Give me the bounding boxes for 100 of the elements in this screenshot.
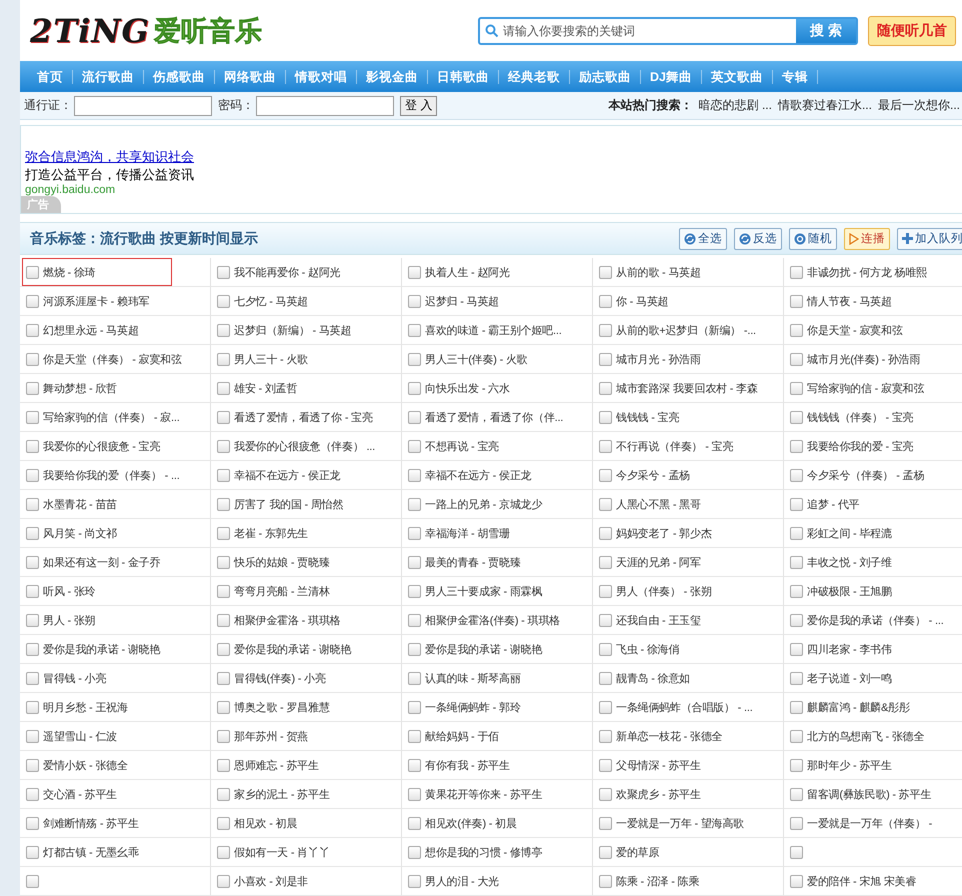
checkbox[interactable] <box>217 730 230 742</box>
checkbox[interactable] <box>408 846 421 858</box>
password-field[interactable] <box>256 96 394 116</box>
checkbox[interactable] <box>26 468 39 482</box>
song-link[interactable]: 喜欢的味道 - 霸王别个姬吧... <box>425 322 562 338</box>
song-link[interactable]: 爱你是我的承诺 - 谢晓艳 <box>425 642 542 656</box>
checkbox[interactable] <box>599 410 612 424</box>
checkbox[interactable] <box>26 498 39 510</box>
checkbox[interactable] <box>408 584 421 598</box>
checkbox[interactable] <box>217 614 230 626</box>
checkbox[interactable] <box>790 700 803 714</box>
song-link[interactable]: 从前的歌+迟梦归（新编） -... <box>616 322 756 338</box>
checkbox[interactable] <box>217 846 230 858</box>
song-link[interactable]: 水墨青花 - 苗苗 <box>43 496 117 512</box>
song-link[interactable]: 父母情深 - 苏平生 <box>616 758 701 772</box>
song-link[interactable]: 爱你是我的承诺 - 谢晓艳 <box>43 642 160 656</box>
checkbox[interactable] <box>790 468 803 482</box>
song-link[interactable]: 快乐的姑娘 - 贾晓臻 <box>234 554 330 570</box>
checkbox[interactable] <box>408 266 421 278</box>
checkbox[interactable] <box>26 730 39 742</box>
song-link[interactable]: 燃烧 - 徐琦 <box>43 264 96 280</box>
checkbox[interactable] <box>599 816 612 830</box>
username-field[interactable] <box>74 96 212 116</box>
song-link[interactable]: 一爱就是一万年（伴奏） - <box>807 816 932 830</box>
checkbox[interactable] <box>790 440 803 452</box>
song-link[interactable]: 非诚勿扰 - 何方龙 杨唯熙 <box>807 264 928 280</box>
song-link[interactable]: 陈乘 - 沼泽 - 陈乘 <box>616 874 700 888</box>
checkbox[interactable] <box>408 642 421 656</box>
song-link[interactable]: 钱钱钱 - 宝亮 <box>616 410 680 424</box>
checkbox[interactable] <box>599 788 612 800</box>
checkbox[interactable] <box>217 642 230 656</box>
song-link[interactable]: 我要给你我的爱 - 宝亮 <box>807 438 914 454</box>
checkbox[interactable] <box>26 382 39 394</box>
song-link[interactable]: 恩师难忘 - 苏平生 <box>234 758 319 772</box>
song-link[interactable]: 我不能再爱你 - 赵阿光 <box>234 264 340 280</box>
song-link[interactable]: 不行再说（伴奏） - 宝亮 <box>616 438 734 454</box>
checkbox[interactable] <box>408 758 421 772</box>
song-link[interactable]: 幸福海洋 - 胡雪珊 <box>425 526 510 540</box>
song-link[interactable]: 相见欢(伴奏) - 初晨 <box>425 816 517 830</box>
checkbox[interactable] <box>599 526 612 540</box>
song-link[interactable]: 黄果花开等你来 - 苏平生 <box>425 786 542 802</box>
song-link[interactable]: 幻想里永远 - 马英超 <box>43 322 139 338</box>
checkbox[interactable] <box>599 874 612 888</box>
checkbox[interactable] <box>599 584 612 598</box>
song-link[interactable]: 相见欢 - 初晨 <box>234 816 298 830</box>
song-link[interactable]: 冒得钱 - 小亮 <box>43 670 106 686</box>
checkbox[interactable] <box>217 584 230 598</box>
checkbox[interactable] <box>599 672 612 684</box>
checkbox[interactable] <box>408 614 421 626</box>
checkbox[interactable] <box>26 324 39 336</box>
song-link[interactable]: 写给家驹的信（伴奏） - 寂... <box>43 410 180 424</box>
checkbox[interactable] <box>790 614 803 626</box>
checkbox[interactable] <box>26 440 39 452</box>
song-link[interactable]: 你是天堂（伴奏） - 寂寞和弦 <box>43 352 182 366</box>
checkbox[interactable] <box>599 498 612 510</box>
song-link[interactable]: 想你是我的习惯 - 修博亭 <box>425 844 542 860</box>
checkbox[interactable] <box>217 382 230 394</box>
checkbox[interactable] <box>408 352 421 366</box>
checkbox[interactable] <box>790 526 803 540</box>
checkbox[interactable] <box>26 352 39 366</box>
song-link[interactable]: 追梦 - 代平 <box>807 496 860 512</box>
checkbox[interactable] <box>26 788 39 800</box>
song-link[interactable]: 飞虫 - 徐海俏 <box>616 642 680 656</box>
checkbox[interactable] <box>26 846 39 858</box>
toolbar-button[interactable]: 全选 <box>679 228 727 250</box>
song-link[interactable]: 丰收之悦 - 刘子维 <box>807 554 892 570</box>
song-link[interactable]: 不想再说 - 宝亮 <box>425 438 499 454</box>
checkbox[interactable] <box>790 556 803 568</box>
song-link[interactable]: 相聚伊金霍洛 - 琪琪格 <box>234 612 340 628</box>
song-link[interactable]: 一条绳俩蚂蚱（合唱版） - ... <box>616 700 753 714</box>
song-link[interactable]: 人黑心不黑 - 黑哥 <box>616 496 701 512</box>
checkbox[interactable] <box>408 556 421 568</box>
checkbox[interactable] <box>26 526 39 540</box>
checkbox[interactable] <box>408 324 421 336</box>
checkbox[interactable] <box>408 382 421 394</box>
song-link[interactable]: 交心酒 - 苏平生 <box>43 786 117 802</box>
song-link[interactable]: 今夕采兮 - 孟杨 <box>616 468 690 482</box>
song-link[interactable]: 情人节夜 - 马英超 <box>807 294 892 308</box>
checkbox[interactable] <box>26 266 39 278</box>
random-songs-button[interactable]: 随便听几首 <box>868 16 956 46</box>
checkbox[interactable] <box>790 730 803 742</box>
checkbox[interactable] <box>599 556 612 568</box>
checkbox[interactable] <box>599 846 612 858</box>
hot-search-link[interactable]: 情歌赛过春江水... <box>778 97 872 114</box>
song-link[interactable]: 看透了爱情，看透了你 - 宝亮 <box>234 410 373 424</box>
song-link[interactable]: 七夕忆 - 马英超 <box>234 294 308 308</box>
checkbox[interactable] <box>217 672 230 684</box>
checkbox[interactable] <box>26 642 39 656</box>
checkbox[interactable] <box>26 294 39 308</box>
checkbox[interactable] <box>26 816 39 830</box>
checkbox[interactable] <box>790 874 803 888</box>
song-link[interactable]: 迟梦归 - 马英超 <box>425 294 499 308</box>
song-link[interactable]: 老子说道 - 刘一鸣 <box>807 670 892 686</box>
checkbox[interactable] <box>408 816 421 830</box>
song-link[interactable]: 那年苏州 - 贺燕 <box>234 728 308 744</box>
checkbox[interactable] <box>790 498 803 510</box>
checkbox[interactable] <box>790 324 803 336</box>
song-link[interactable]: 爱情小妖 - 张德全 <box>43 758 128 772</box>
checkbox[interactable] <box>408 526 421 540</box>
song-link[interactable]: 认真的味 - 斯琴高丽 <box>425 670 521 686</box>
